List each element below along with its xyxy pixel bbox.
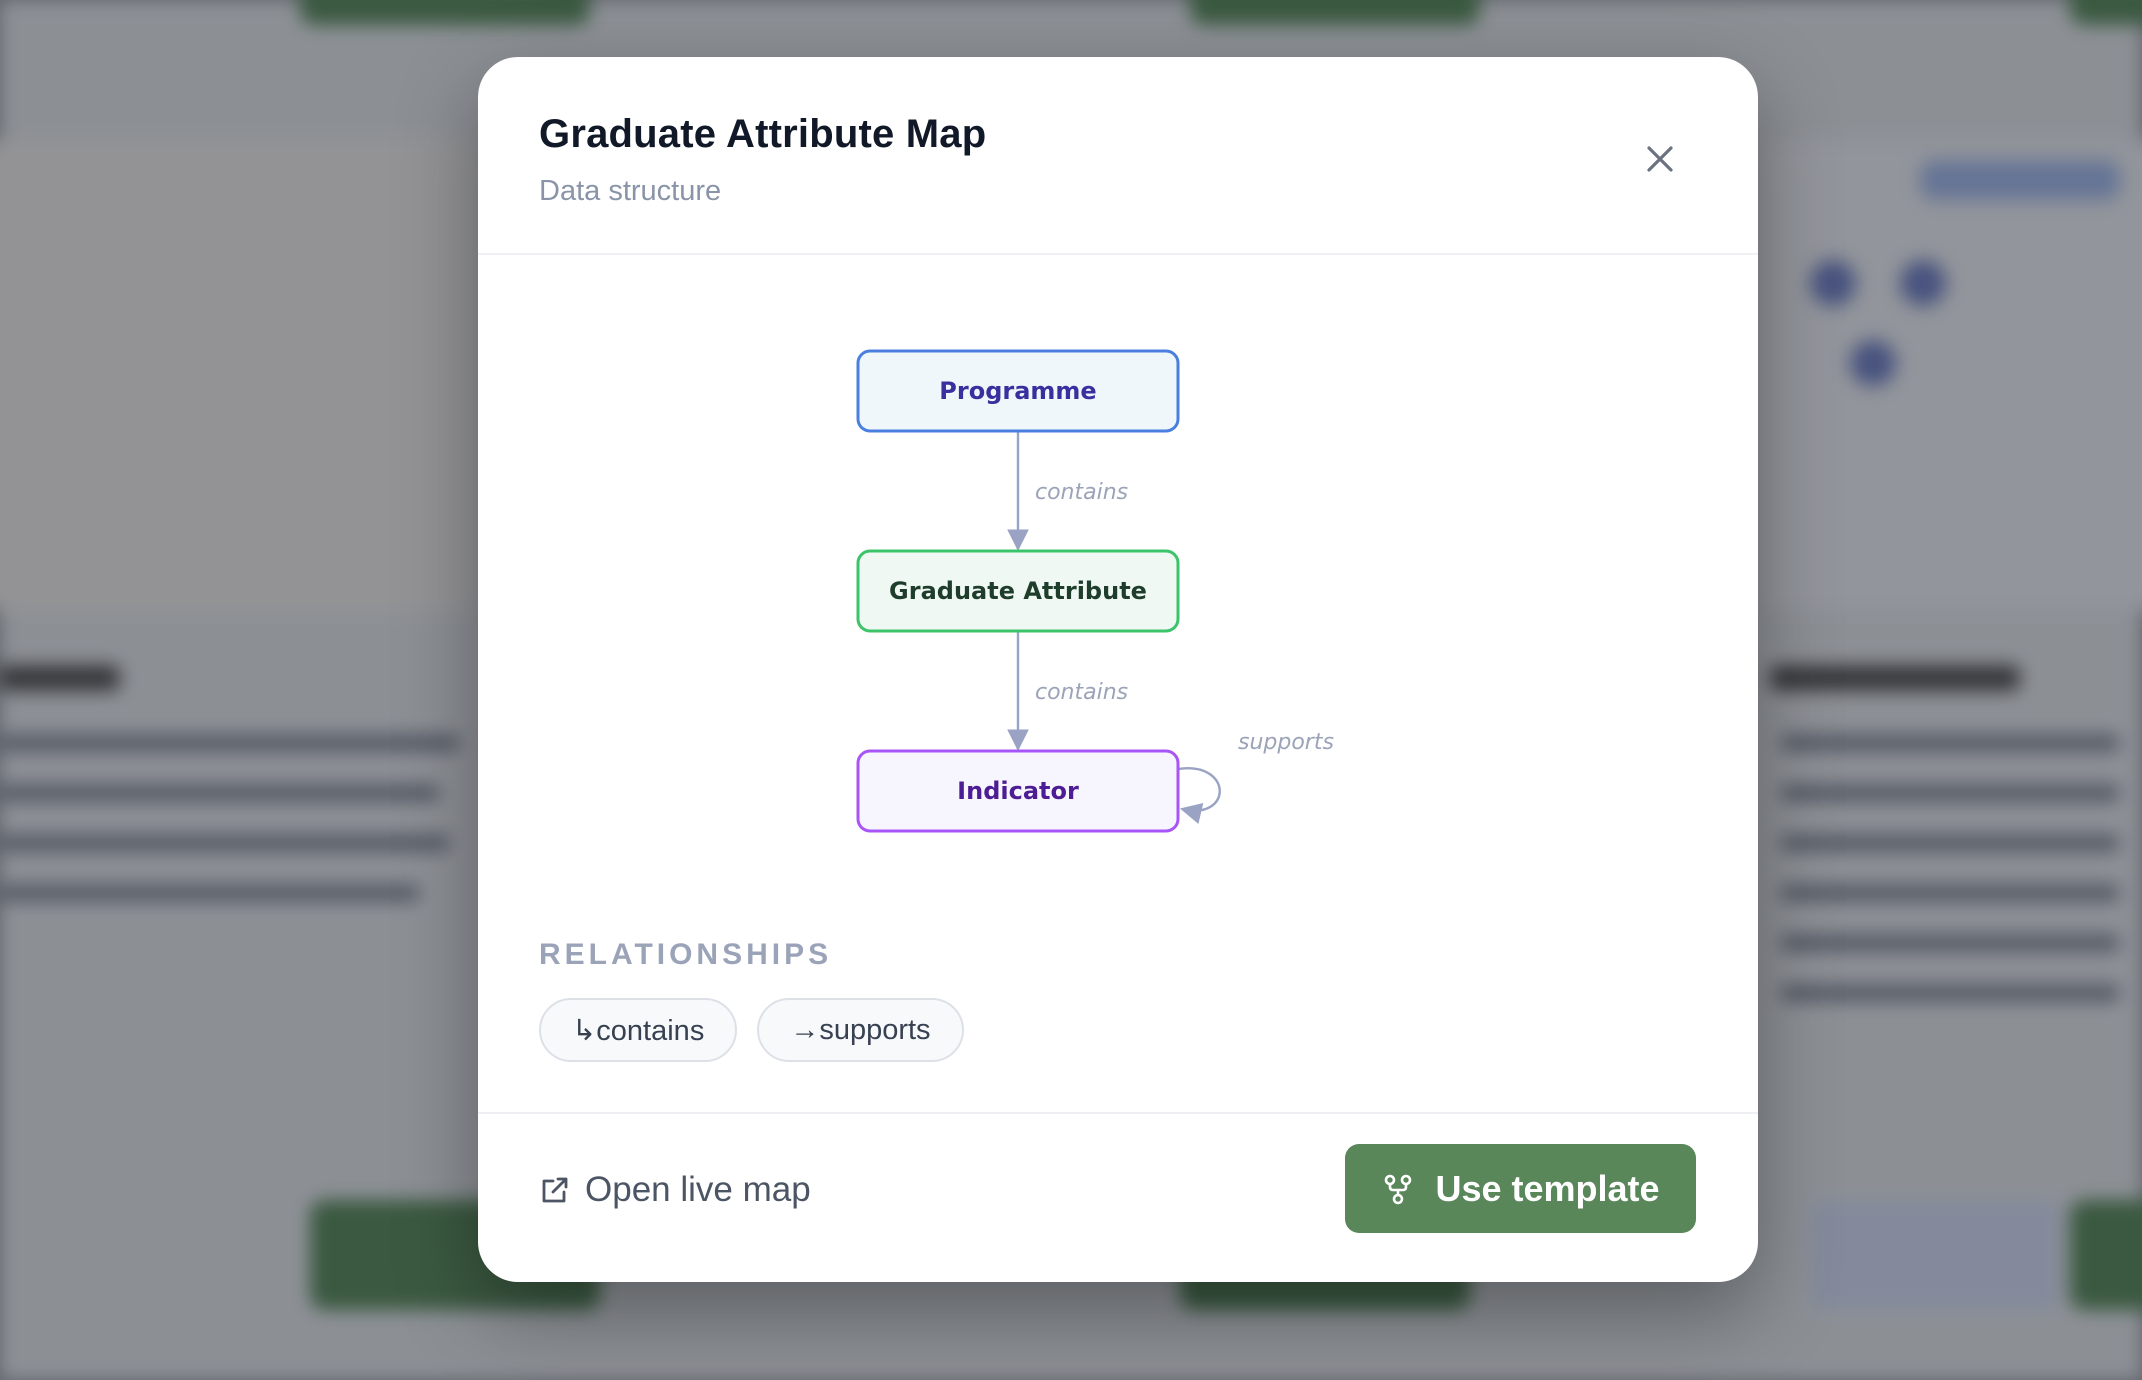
fork-icon bbox=[1385, 1174, 1412, 1204]
edge-label-supports: supports bbox=[1238, 730, 1334, 755]
template-preview-modal: Graduate Attribute Map Data structure co… bbox=[478, 57, 1758, 1282]
node-indicator[interactable]: Indicator bbox=[856, 749, 1180, 833]
relationships-list: ↳contains →supports bbox=[539, 998, 964, 1062]
open-live-map-label: Open live map bbox=[585, 1170, 811, 1209]
node-graduate-attribute[interactable]: Graduate Attribute bbox=[856, 549, 1180, 633]
modal-footer: Open live map Use template bbox=[478, 1112, 1758, 1282]
node-label-graduate-attribute: Graduate Attribute bbox=[889, 577, 1147, 605]
node-label-indicator: Indicator bbox=[957, 777, 1079, 805]
open-live-map-link[interactable]: Open live map bbox=[539, 1170, 811, 1210]
edge-label-contains: contains bbox=[1035, 480, 1128, 505]
node-programme[interactable]: Programme bbox=[856, 349, 1180, 433]
node-label-programme: Programme bbox=[939, 377, 1096, 405]
edge-indicator-self bbox=[1177, 767, 1221, 824]
edge-label-contains: contains bbox=[1035, 680, 1128, 705]
use-template-label: Use template bbox=[1435, 1167, 1660, 1209]
relationship-chip-contains[interactable]: ↳contains bbox=[539, 998, 738, 1062]
relationship-chip-supports[interactable]: →supports bbox=[757, 998, 964, 1062]
data-structure-diagram: contains contains supports Programme Graduat… bbox=[856, 349, 1334, 833]
relationships-heading: RELATIONSHIPS bbox=[539, 938, 833, 971]
use-template-button[interactable]: Use template bbox=[1345, 1144, 1696, 1233]
external-link-icon bbox=[542, 1177, 568, 1203]
